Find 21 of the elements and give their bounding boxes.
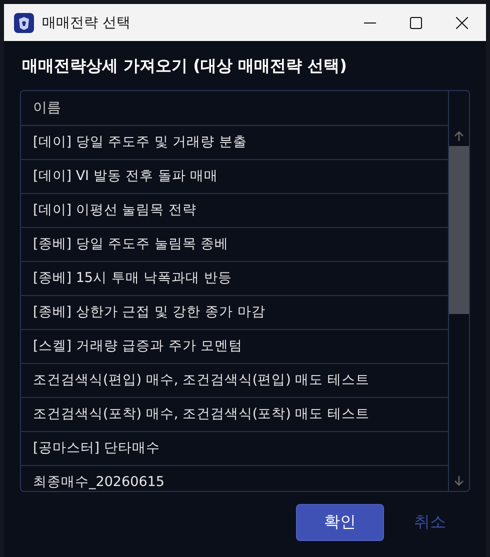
- strategy-row[interactable]: [종베] 15시 투매 낙폭과대 반등: [21, 262, 448, 296]
- strategy-row[interactable]: [데이] 당일 주도주 및 거래량 분출: [21, 126, 448, 160]
- dialog-heading: 매매전략상세 가져오기 (대상 매매전략 선택): [22, 56, 348, 77]
- strategy-row[interactable]: 최종매수_20260615: [21, 466, 448, 491]
- scroll-down-icon[interactable]: [453, 475, 465, 487]
- maximize-icon[interactable]: [410, 16, 422, 28]
- close-icon[interactable]: [456, 16, 468, 28]
- scrollbar-thumb[interactable]: [449, 146, 469, 314]
- strategy-row[interactable]: [종베] 상한가 근접 및 강한 종가 마감: [21, 296, 448, 330]
- window-title: 매매전략 선택: [42, 14, 132, 32]
- strategy-row[interactable]: [스켈] 거래량 급증과 주가 모멘텀: [21, 330, 448, 364]
- strategy-row[interactable]: [공마스터] 단타매수: [21, 432, 448, 466]
- column-header: 이름: [21, 91, 448, 126]
- scroll-up-icon[interactable]: [453, 130, 465, 142]
- strategy-row[interactable]: [데이] 이평선 눌림목 전략: [21, 194, 448, 228]
- strategy-row[interactable]: 조건검색식(포착) 매수, 조건검색식(포착) 매도 테스트: [21, 398, 448, 432]
- strategy-row[interactable]: [종베] 당일 주도주 눌림목 종베: [21, 228, 448, 262]
- app-logo-icon: [14, 12, 34, 32]
- strategy-row[interactable]: 조건검색식(편입) 매수, 조건검색식(편입) 매도 테스트: [21, 364, 448, 398]
- confirm-button[interactable]: 확인: [296, 504, 384, 541]
- strategy-row[interactable]: [데이] VI 발동 전후 돌파 매매: [21, 160, 448, 194]
